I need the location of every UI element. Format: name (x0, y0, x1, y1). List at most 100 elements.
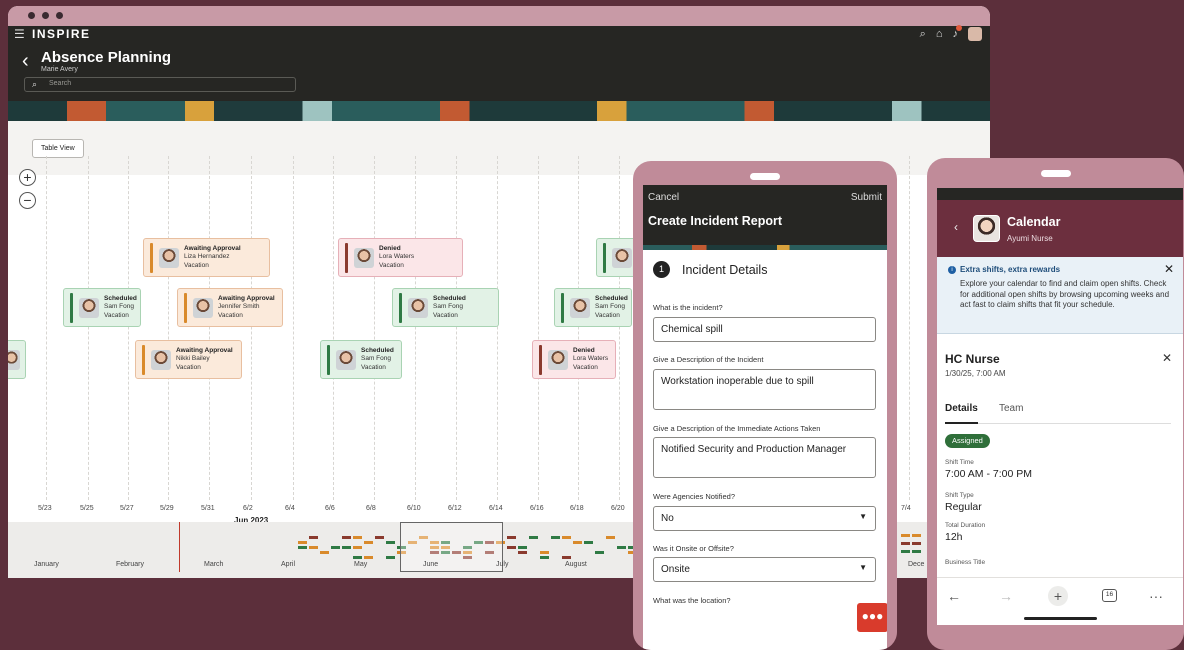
close-icon[interactable]: ✕ (1162, 351, 1172, 365)
overview-mark (562, 556, 571, 559)
card-type: Vacation (218, 311, 243, 319)
info-body: Explore your calendar to find and claim … (960, 279, 1170, 309)
absence-card[interactable]: Denied Lora Waters Vacation (532, 340, 616, 379)
overview-mark (364, 556, 373, 559)
tab-details[interactable]: Details (945, 403, 978, 424)
overview-mark (298, 546, 307, 549)
date-tick: 6/4 (285, 505, 295, 512)
cancel-button[interactable]: Cancel (648, 192, 679, 203)
card-status: Denied (573, 346, 595, 354)
overview-mark (606, 536, 615, 539)
actions-field[interactable]: Notified Security and Production Manager (653, 437, 876, 478)
tab-count: 16 (1102, 589, 1117, 602)
absence-card[interactable]: Scheduled Sam Fong Vacation (63, 288, 141, 327)
overview-mark (901, 534, 910, 537)
grid-line (538, 156, 539, 500)
card-type: Vacation (433, 311, 458, 319)
overview-month-label: July (496, 561, 509, 568)
absence-card[interactable]: Scheduled Sam Fong Vacation (392, 288, 499, 327)
date-tick: 6/8 (366, 505, 376, 512)
description-field[interactable]: Workstation inoperable due to spill (653, 369, 876, 410)
overview-mark (298, 541, 307, 544)
location-label: What was the location? (653, 596, 731, 605)
window-minimize-dot[interactable] (42, 12, 49, 19)
step-label: Incident Details (682, 262, 768, 277)
overview-mark (912, 550, 921, 553)
forward-arrow-icon[interactable]: → (999, 588, 1013, 604)
absence-card[interactable]: Awaiting Approval Jennifer Smith Vacation (177, 288, 283, 327)
back-icon[interactable]: ‹ (954, 220, 958, 234)
absence-card[interactable]: Scheduled Sam Fong Vacation (320, 340, 402, 379)
overview-mark (309, 546, 318, 549)
chat-icon[interactable]: ●●● (857, 603, 887, 632)
card-type: Vacation (104, 311, 129, 319)
new-tab-button[interactable]: + (1048, 586, 1068, 606)
absence-card[interactable]: Denied Lora Waters Vacation (338, 238, 463, 277)
back-icon[interactable]: ‹ (22, 50, 29, 73)
avatar (408, 297, 428, 318)
date-tick: 6/20 (611, 505, 625, 512)
avatar (159, 247, 179, 268)
overview-mark (353, 536, 362, 539)
home-indicator (1024, 617, 1097, 620)
incident-banner (643, 245, 887, 250)
page-subtitle: Marie Avery (41, 66, 78, 73)
status-bar (70, 292, 73, 323)
absence-card[interactable] (8, 340, 26, 379)
search-input[interactable]: ⌕ Search (24, 77, 296, 92)
absence-card[interactable]: Awaiting Approval Liza Hernandez Vacation (143, 238, 270, 277)
overview-mark (353, 546, 362, 549)
info-icon: i (948, 266, 956, 274)
notifications-icon[interactable]: ♪ (953, 25, 962, 40)
agencies-label: Were Agencies Notified? (653, 492, 735, 501)
grid-line (374, 156, 375, 500)
home-icon[interactable]: ⌂ (936, 28, 943, 40)
card-name: Sam Fong (433, 303, 463, 311)
date-tick: 6/6 (325, 505, 335, 512)
zoom-in-icon[interactable]: + (19, 169, 36, 186)
menu-icon[interactable]: ☰ (14, 27, 25, 41)
shift-date: 1/30/25, 7:00 AM (945, 369, 1006, 378)
plus-icon: + (1048, 586, 1068, 606)
card-text: Denied Lora Waters Vacation (379, 245, 414, 271)
overview-month-label: February (116, 561, 145, 568)
card-text: Denied Lora Waters Vacation (573, 347, 608, 373)
brand-logo[interactable]: INSPIRE (32, 27, 91, 41)
tab-team[interactable]: Team (999, 403, 1023, 414)
agencies-select[interactable]: No ▼ (653, 506, 876, 531)
today-marker (179, 522, 180, 572)
avatar (570, 297, 590, 318)
calendar-screen: ‹ Calendar Ayumi Nurse i Extra shifts, e… (937, 188, 1183, 625)
overview-window-handle[interactable] (400, 522, 503, 572)
window-close-dot[interactable] (28, 12, 35, 19)
avatar (79, 297, 99, 318)
user-avatar[interactable] (968, 27, 982, 41)
submit-button[interactable]: Submit (851, 192, 882, 203)
overview-month-label: Dece (908, 561, 925, 568)
actions-label: Give a Description of the Immediate Acti… (653, 424, 821, 433)
back-arrow-icon[interactable]: ← (947, 588, 961, 604)
onsite-label: Was it Onsite or Offsite? (653, 544, 734, 553)
zoom-out-icon[interactable]: − (19, 192, 36, 209)
grid-line (128, 156, 129, 500)
overview-mark (342, 536, 351, 539)
close-icon[interactable]: ✕ (1164, 262, 1174, 276)
grid-line (333, 156, 334, 500)
date-tick: 6/12 (448, 505, 462, 512)
absence-card[interactable]: Scheduled Sam Fong Vacation (554, 288, 632, 327)
card-type: Vacation (573, 363, 598, 371)
more-icon[interactable]: ··· (1149, 588, 1163, 604)
card-name: Jennifer Smith (218, 303, 260, 311)
overview-mark (562, 536, 571, 539)
absence-card[interactable]: Awaiting Approval Nikki Bailey Vacation (135, 340, 242, 379)
phone-calendar: ‹ Calendar Ayumi Nurse i Extra shifts, e… (927, 158, 1184, 650)
search-placeholder: Search (49, 80, 72, 87)
onsite-select[interactable]: Onsite ▼ (653, 557, 876, 582)
window-maximize-dot[interactable] (56, 12, 63, 19)
incident-field[interactable]: Chemical spill (653, 317, 876, 342)
search-icon[interactable]: ⌕ (920, 28, 926, 41)
calendar-title: Calendar (1007, 215, 1061, 229)
tabs-button[interactable]: 16 (1102, 586, 1117, 602)
card-name: Sam Fong (595, 303, 625, 311)
card-type: Vacation (595, 311, 620, 319)
